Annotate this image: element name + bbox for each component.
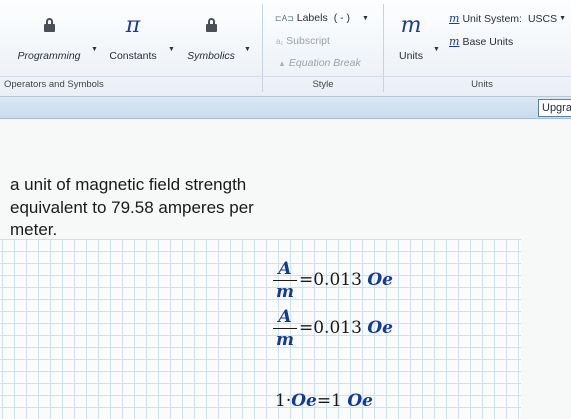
math-region-result[interactable]: =0.013 Oe	[299, 318, 393, 338]
symbolics-button[interactable]: Symbolics	[183, 12, 239, 62]
fraction-numerator: A	[278, 259, 292, 279]
labels-label: Labels	[296, 12, 328, 24]
equation-break-label: Equation Break	[288, 57, 361, 69]
constants-button[interactable]: π Constants	[104, 12, 162, 63]
units-m-icon: m	[400, 12, 422, 38]
subscript-icon: a₁	[276, 36, 284, 46]
base-units-button[interactable]: m Base Units	[449, 35, 513, 48]
lhs-number: 1	[275, 391, 286, 411]
result-unit: Oe	[347, 391, 373, 411]
programming-label: Programming	[17, 50, 81, 62]
programming-button[interactable]: Programming	[8, 12, 90, 62]
unit-system-label: Unit System:	[462, 12, 522, 25]
result-unit: Oe	[367, 318, 393, 338]
result-value: =0.013	[299, 318, 362, 338]
fraction-a-over-m: A m	[273, 259, 297, 302]
units-button[interactable]: m Units	[394, 12, 428, 63]
fraction-bar	[273, 280, 297, 281]
result-value: =0.013	[299, 270, 362, 290]
unit-system-arrow-icon: ▼	[559, 15, 567, 22]
base-units-label: Base Units	[462, 35, 514, 48]
lock-icon	[43, 12, 55, 38]
unit-system-icon: m	[449, 12, 460, 25]
ribbon: Programming ▼ π Constants ▼ Symbolics ▼ …	[0, 0, 571, 97]
labels-icon: ⊏A⊐	[275, 13, 294, 23]
notification-strip: Upgrade	[0, 97, 571, 119]
base-units-icon: m	[449, 35, 460, 48]
labels-value: ( - )	[333, 12, 351, 24]
result-unit: Oe	[367, 270, 393, 290]
subscript-button[interactable]: a₁ Subscript	[276, 35, 330, 47]
result-value: =1	[316, 391, 342, 411]
units-dropdown-arrow-icon[interactable]: ▼	[433, 46, 440, 53]
text-region[interactable]: a unit of magnetic field strength equiva…	[10, 174, 260, 242]
fraction-a-over-m: A m	[273, 307, 297, 350]
programming-dropdown-arrow-icon[interactable]: ▼	[91, 46, 98, 53]
style-group-label: Style	[312, 79, 334, 90]
worksheet-grid	[0, 239, 521, 419]
fraction-denominator: m	[276, 282, 294, 302]
fraction-bar	[273, 328, 297, 329]
symbolics-label: Symbolics	[187, 50, 235, 62]
equation-break-button[interactable]: ▲ Equation Break	[278, 57, 361, 69]
fraction-numerator: A	[278, 307, 292, 327]
lock-icon	[205, 12, 217, 38]
units-group-label: Units	[471, 79, 493, 90]
labels-arrow-icon: ▼	[362, 14, 369, 22]
constants-label: Constants	[109, 50, 157, 62]
equation-break-icon: ▲	[278, 58, 286, 68]
math-region-result[interactable]: =0.013 Oe	[299, 270, 393, 290]
fraction-denominator: m	[276, 330, 294, 350]
labels-dropdown[interactable]: ⊏A⊐ Labels ( - ) ▼	[275, 12, 369, 24]
units-label: Units	[399, 50, 423, 62]
upgrade-button[interactable]: Upgrade	[538, 99, 571, 117]
operators-group-label: Operators and Symbols	[4, 79, 104, 90]
group-label-divider	[0, 76, 571, 77]
lhs-unit: Oe	[291, 391, 317, 411]
symbolics-dropdown-arrow-icon[interactable]: ▼	[244, 46, 251, 53]
math-region-oe[interactable]: 1·Oe=1 Oe	[275, 391, 373, 411]
unit-system-value: USCS	[527, 12, 558, 25]
pi-icon: π	[125, 12, 141, 38]
subscript-label: Subscript	[286, 35, 330, 47]
unit-system-dropdown[interactable]: m Unit System: USCS ▼	[449, 12, 566, 25]
constants-dropdown-arrow-icon[interactable]: ▼	[168, 46, 175, 53]
